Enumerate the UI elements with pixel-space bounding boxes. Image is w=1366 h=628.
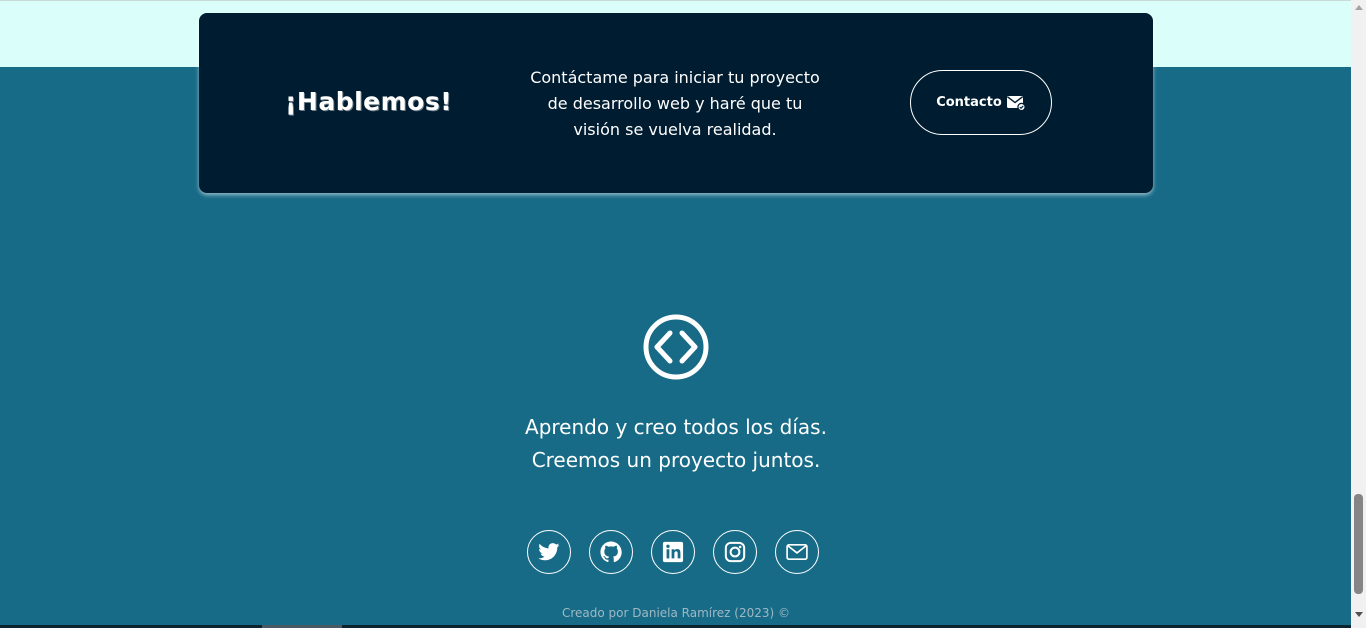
contact-button-label: Contacto (936, 95, 1002, 110)
contact-button[interactable]: Contacto (910, 70, 1052, 135)
email-link[interactable] (775, 530, 819, 574)
scroll-down-arrow-icon[interactable] (1351, 607, 1366, 622)
social-links (527, 530, 819, 576)
twitter-link[interactable] (527, 530, 571, 574)
instagram-link[interactable] (713, 530, 757, 574)
send-mail-icon (1006, 95, 1026, 111)
page: ¡Hablemos! Contáctame para iniciar tu pr… (0, 0, 1366, 628)
scroll-up-arrow-icon[interactable] (1351, 0, 1366, 15)
vertical-scrollbar[interactable] (1351, 0, 1366, 628)
linkedin-icon (662, 541, 684, 563)
footer-credit: Creado por Daniela Ramírez (2023) © (561, 606, 791, 620)
code-brackets-icon (641, 313, 711, 381)
linkedin-link[interactable] (651, 530, 695, 574)
tagline-line-2: Creemos un proyecto juntos. (531, 448, 821, 472)
twitter-icon (538, 543, 560, 561)
mail-icon (786, 543, 808, 561)
github-link[interactable] (589, 530, 633, 574)
github-icon (600, 541, 622, 563)
scrollbar-thumb[interactable] (1354, 494, 1363, 594)
footer-tagline: Aprendo y creo todos los días. Creemos u… (475, 411, 877, 477)
instagram-icon (724, 541, 746, 563)
cta-description: Contáctame para iniciar tu proyecto de d… (530, 68, 820, 139)
cta-title: ¡Hablemos! (285, 87, 453, 116)
tagline-line-1: Aprendo y creo todos los días. (525, 415, 827, 439)
contact-cta-card: ¡Hablemos! Contáctame para iniciar tu pr… (199, 13, 1153, 193)
